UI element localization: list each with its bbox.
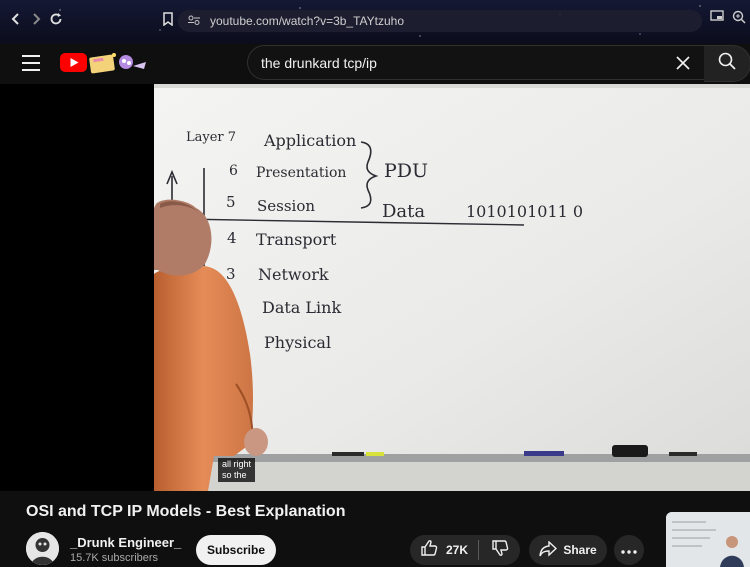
marker bbox=[524, 451, 564, 456]
whiteboard-scene: Layer 7 Application 6 Presentation 5 Ses… bbox=[154, 84, 750, 491]
share-label: Share bbox=[563, 543, 597, 557]
subscriber-count: 15.7K subscribers bbox=[70, 552, 159, 564]
close-icon[interactable] bbox=[668, 48, 698, 78]
search-box[interactable]: the drunkard tcp/ip bbox=[247, 45, 705, 80]
like-button[interactable]: 27K bbox=[410, 535, 478, 565]
zoom-icon[interactable] bbox=[732, 10, 746, 27]
address-bar[interactable]: youtube.com/watch?v=3b_TAYtzuho bbox=[178, 10, 702, 32]
wb-label: Session bbox=[257, 197, 315, 215]
search-button[interactable] bbox=[704, 45, 750, 82]
share-button[interactable]: Share bbox=[529, 535, 607, 565]
search-icon bbox=[718, 52, 736, 75]
marker bbox=[366, 452, 384, 456]
forward-icon[interactable] bbox=[25, 8, 47, 30]
browser-toolbar: youtube.com/watch?v=3b_TAYtzuho bbox=[0, 0, 750, 44]
more-icon bbox=[621, 541, 637, 559]
wb-num: 3 bbox=[226, 265, 236, 283]
youtube-masthead: the drunkard tcp/ip bbox=[0, 44, 750, 84]
video-title: OSI and TCP IP Models - Best Explanation bbox=[26, 503, 346, 520]
more-actions-button[interactable] bbox=[614, 535, 644, 565]
video-frame[interactable]: Layer 7 Application 6 Presentation 5 Ses… bbox=[154, 84, 750, 491]
bookmark-icon[interactable] bbox=[157, 8, 179, 30]
wb-label: Network bbox=[258, 265, 329, 284]
wb-data: Data bbox=[382, 201, 425, 222]
thumbs-up-icon bbox=[420, 539, 438, 562]
back-icon[interactable] bbox=[5, 8, 27, 30]
wb-label: Transport bbox=[256, 230, 337, 249]
like-count: 27K bbox=[446, 543, 469, 557]
wb-num: 4 bbox=[227, 229, 237, 247]
caption-line: so the bbox=[222, 470, 247, 480]
channel-avatar[interactable] bbox=[26, 532, 59, 565]
wb-label: Data Link bbox=[262, 298, 341, 317]
share-icon bbox=[539, 539, 558, 560]
wb-bits: 1010101011 0 bbox=[466, 202, 583, 221]
wb-num: 5 bbox=[226, 193, 236, 211]
site-settings-icon[interactable] bbox=[188, 15, 200, 28]
address-text: youtube.com/watch?v=3b_TAYtzuho bbox=[210, 14, 405, 28]
dislike-button[interactable] bbox=[479, 535, 520, 565]
wb-label: Physical bbox=[264, 333, 331, 352]
thumbs-down-icon bbox=[491, 539, 509, 562]
eraser bbox=[612, 445, 648, 457]
wb-pdu: PDU bbox=[384, 160, 428, 182]
related-video-thumbnail[interactable] bbox=[666, 512, 750, 567]
menu-icon[interactable] bbox=[22, 55, 40, 71]
marker bbox=[332, 452, 364, 456]
marker bbox=[669, 452, 697, 456]
reload-icon[interactable] bbox=[45, 8, 67, 30]
youtube-logo[interactable] bbox=[60, 50, 148, 81]
caption-line: all right bbox=[222, 459, 252, 469]
cast-icon[interactable] bbox=[710, 10, 724, 25]
subscribe-button[interactable]: Subscribe bbox=[196, 535, 276, 565]
wb-label: Presentation bbox=[256, 165, 346, 181]
video-player[interactable]: Layer 7 Application 6 Presentation 5 Ses… bbox=[0, 84, 750, 491]
like-dislike-group: 27K bbox=[410, 535, 520, 565]
wb-num: Layer 7 bbox=[186, 130, 236, 145]
wb-num: 6 bbox=[229, 163, 238, 179]
wb-label: Application bbox=[263, 131, 356, 150]
channel-name[interactable]: _Drunk Engineer_ bbox=[70, 535, 181, 550]
captions: all right so the bbox=[218, 458, 256, 482]
search-input[interactable]: the drunkard tcp/ip bbox=[261, 55, 668, 71]
